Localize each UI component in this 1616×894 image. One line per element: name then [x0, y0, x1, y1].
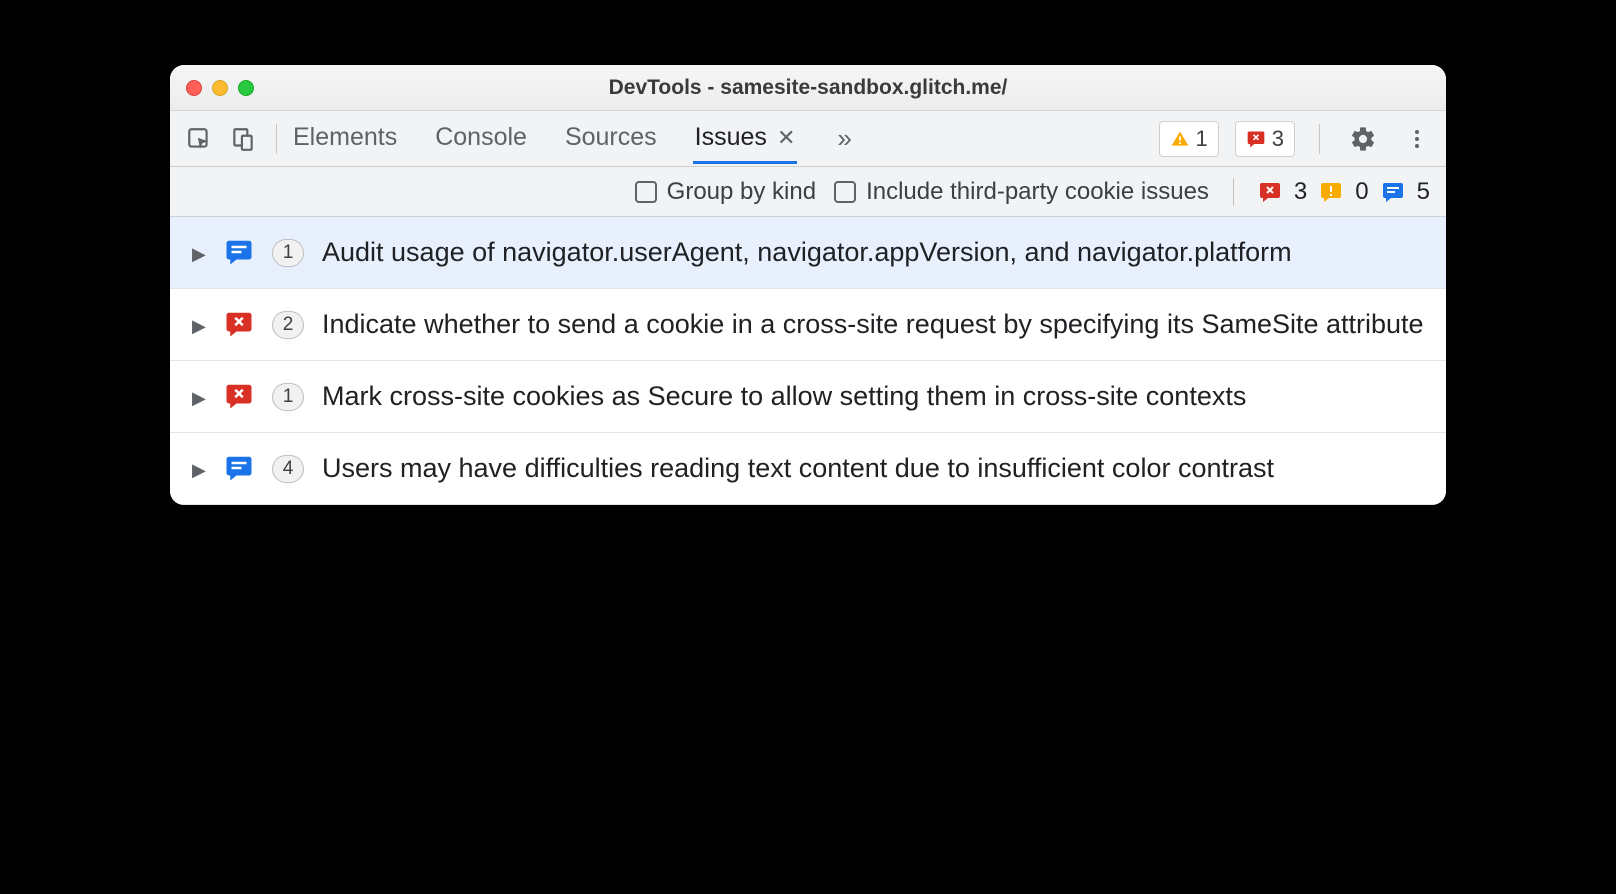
divider [1319, 124, 1320, 154]
checkbox-icon [635, 181, 657, 203]
panel-tabs: Elements Console Sources Issues ✕ » [291, 113, 858, 164]
info-bubble-icon [1381, 180, 1405, 204]
issue-count-pill: 1 [272, 239, 304, 267]
issue-count-pill: 1 [272, 383, 304, 411]
issue-row[interactable]: ▶ 1 Mark cross-site cookies as Secure to… [170, 361, 1446, 433]
group-by-kind-checkbox[interactable]: Group by kind [635, 178, 816, 206]
issue-row[interactable]: ▶ 1 Audit usage of navigator.userAgent, … [170, 217, 1446, 289]
minimize-window-button[interactable] [212, 80, 228, 96]
fullscreen-window-button[interactable] [238, 80, 254, 96]
titlebar: DevTools - samesite-sandbox.glitch.me/ [170, 65, 1446, 111]
error-bubble-icon [224, 379, 254, 411]
divider [1233, 178, 1234, 206]
expand-caret-icon[interactable]: ▶ [192, 451, 206, 482]
issue-title: Mark cross-site cookies as Secure to all… [322, 379, 1428, 414]
tab-label: Sources [565, 123, 657, 152]
warning-icon [1170, 129, 1190, 149]
issue-title: Audit usage of navigator.userAgent, navi… [322, 235, 1428, 270]
inspect-icon[interactable] [180, 120, 218, 158]
issue-title: Users may have difficulties reading text… [322, 451, 1428, 486]
include-thirdparty-checkbox[interactable]: Include third-party cookie issues [834, 178, 1209, 206]
divider [276, 124, 277, 154]
error-bubble-icon [1258, 180, 1282, 204]
warning-count: 0 [1355, 178, 1368, 206]
info-bubble-icon [224, 235, 254, 267]
group-by-kind-label: Group by kind [667, 178, 816, 206]
checkbox-icon [834, 181, 856, 203]
tab-sources[interactable]: Sources [563, 113, 659, 164]
expand-caret-icon[interactable]: ▶ [192, 379, 206, 410]
window-controls [186, 80, 254, 96]
error-count: 3 [1272, 126, 1284, 152]
issues-list: ▶ 1 Audit usage of navigator.userAgent, … [170, 217, 1446, 505]
device-toggle-icon[interactable] [224, 120, 262, 158]
warning-count-badge[interactable]: 1 [1159, 121, 1219, 157]
info-bubble-icon [224, 451, 254, 483]
expand-caret-icon[interactable]: ▶ [192, 235, 206, 266]
tab-elements[interactable]: Elements [291, 113, 399, 164]
issue-count-pill: 2 [272, 311, 304, 339]
main-toolbar: Elements Console Sources Issues ✕ » 1 [170, 111, 1446, 167]
tab-issues[interactable]: Issues ✕ [693, 113, 798, 164]
issue-counts: 3 0 5 [1258, 178, 1430, 206]
window-title: DevTools - samesite-sandbox.glitch.me/ [170, 76, 1446, 100]
info-count: 5 [1417, 178, 1430, 206]
error-bubble-icon [224, 307, 254, 339]
settings-icon[interactable] [1344, 120, 1382, 158]
issue-row[interactable]: ▶ 2 Indicate whether to send a cookie in… [170, 289, 1446, 361]
warning-bubble-icon [1319, 180, 1343, 204]
kebab-menu-icon[interactable] [1398, 120, 1436, 158]
error-count: 3 [1294, 178, 1307, 206]
tab-console[interactable]: Console [433, 113, 529, 164]
warning-count: 1 [1196, 126, 1208, 152]
tab-label: Elements [293, 123, 397, 152]
expand-caret-icon[interactable]: ▶ [192, 307, 206, 338]
error-count-badge[interactable]: 3 [1235, 121, 1295, 157]
close-window-button[interactable] [186, 80, 202, 96]
tab-label: Issues [695, 123, 767, 152]
issues-filter-bar: Group by kind Include third-party cookie… [170, 167, 1446, 217]
issue-count-pill: 4 [272, 455, 304, 483]
devtools-window: DevTools - samesite-sandbox.glitch.me/ E… [170, 65, 1446, 505]
close-tab-icon[interactable]: ✕ [777, 125, 795, 151]
tab-label: Console [435, 123, 527, 152]
issue-title: Indicate whether to send a cookie in a c… [322, 307, 1428, 342]
include-thirdparty-label: Include third-party cookie issues [866, 178, 1209, 206]
error-bubble-icon [1246, 129, 1266, 149]
issue-row[interactable]: ▶ 4 Users may have difficulties reading … [170, 433, 1446, 505]
more-tabs-icon[interactable]: » [831, 123, 857, 154]
